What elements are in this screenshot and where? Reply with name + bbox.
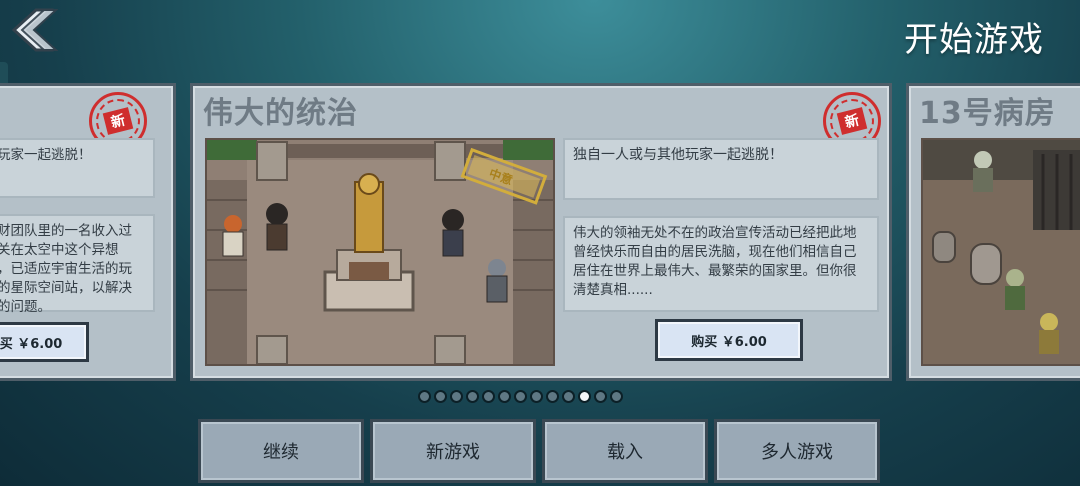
campaign-artwork: 中意 (205, 138, 555, 366)
page-dot[interactable] (418, 390, 431, 403)
game-scene-image (923, 140, 1080, 364)
page-dot[interactable] (450, 390, 463, 403)
page-dot[interactable] (562, 390, 575, 403)
card-subtitle: 玩家一起逃脱！ (0, 138, 155, 198)
page-dot[interactable] (482, 390, 495, 403)
buy-button[interactable]: 购买 ￥6.00 (655, 319, 803, 361)
buy-button[interactable]: 买 ￥6.00 (0, 322, 89, 362)
page-indicator[interactable] (418, 390, 623, 403)
page-dot[interactable] (434, 390, 447, 403)
back-button[interactable] (6, 6, 59, 54)
campaign-artwork (921, 138, 1080, 366)
card-title: 伟大的统治 (203, 96, 358, 131)
page-dot[interactable] (594, 390, 607, 403)
page-dot[interactable] (610, 390, 623, 403)
chevron-left-icon (11, 8, 59, 52)
campaign-card-center[interactable]: 伟大的统治 新 中意 独自一人或与其他玩家一起逃脱！ 伟大的领袖无处不在的政治宣… (190, 83, 892, 381)
card-subtitle: 独自一人或与其他玩家一起逃脱！ (563, 138, 879, 200)
new-game-button[interactable]: 新游戏 (370, 419, 536, 483)
page-dot[interactable] (578, 390, 591, 403)
card-description: 财团队里的一名收入过 关在太空中这个异想 ，已适应宇宙生活的玩 的星际空间站，以… (0, 214, 155, 315)
multiplayer-button[interactable]: 多人游戏 (714, 419, 880, 483)
page-dot[interactable] (466, 390, 479, 403)
page-dot[interactable] (514, 390, 527, 403)
page-dot[interactable] (546, 390, 559, 403)
card-description: 伟大的领袖无处不在的政治宣传活动已经把此地曾经快乐而自由的居民洗脑，现在他们相信… (563, 216, 879, 312)
load-button[interactable]: 载入 (542, 419, 708, 483)
page-dot[interactable] (498, 390, 511, 403)
campaign-card-right[interactable]: 13号病房 (906, 83, 1080, 381)
campaign-card-left[interactable]: 新 玩家一起逃脱！ 财团队里的一名收入过 关在太空中这个异想 ，已适应宇宙生活的… (0, 83, 176, 381)
continue-button[interactable]: 继续 (198, 419, 364, 483)
page-dot[interactable] (530, 390, 543, 403)
card-title: 13号病房 (919, 96, 1056, 131)
page-title: 开始游戏 (904, 20, 1044, 60)
